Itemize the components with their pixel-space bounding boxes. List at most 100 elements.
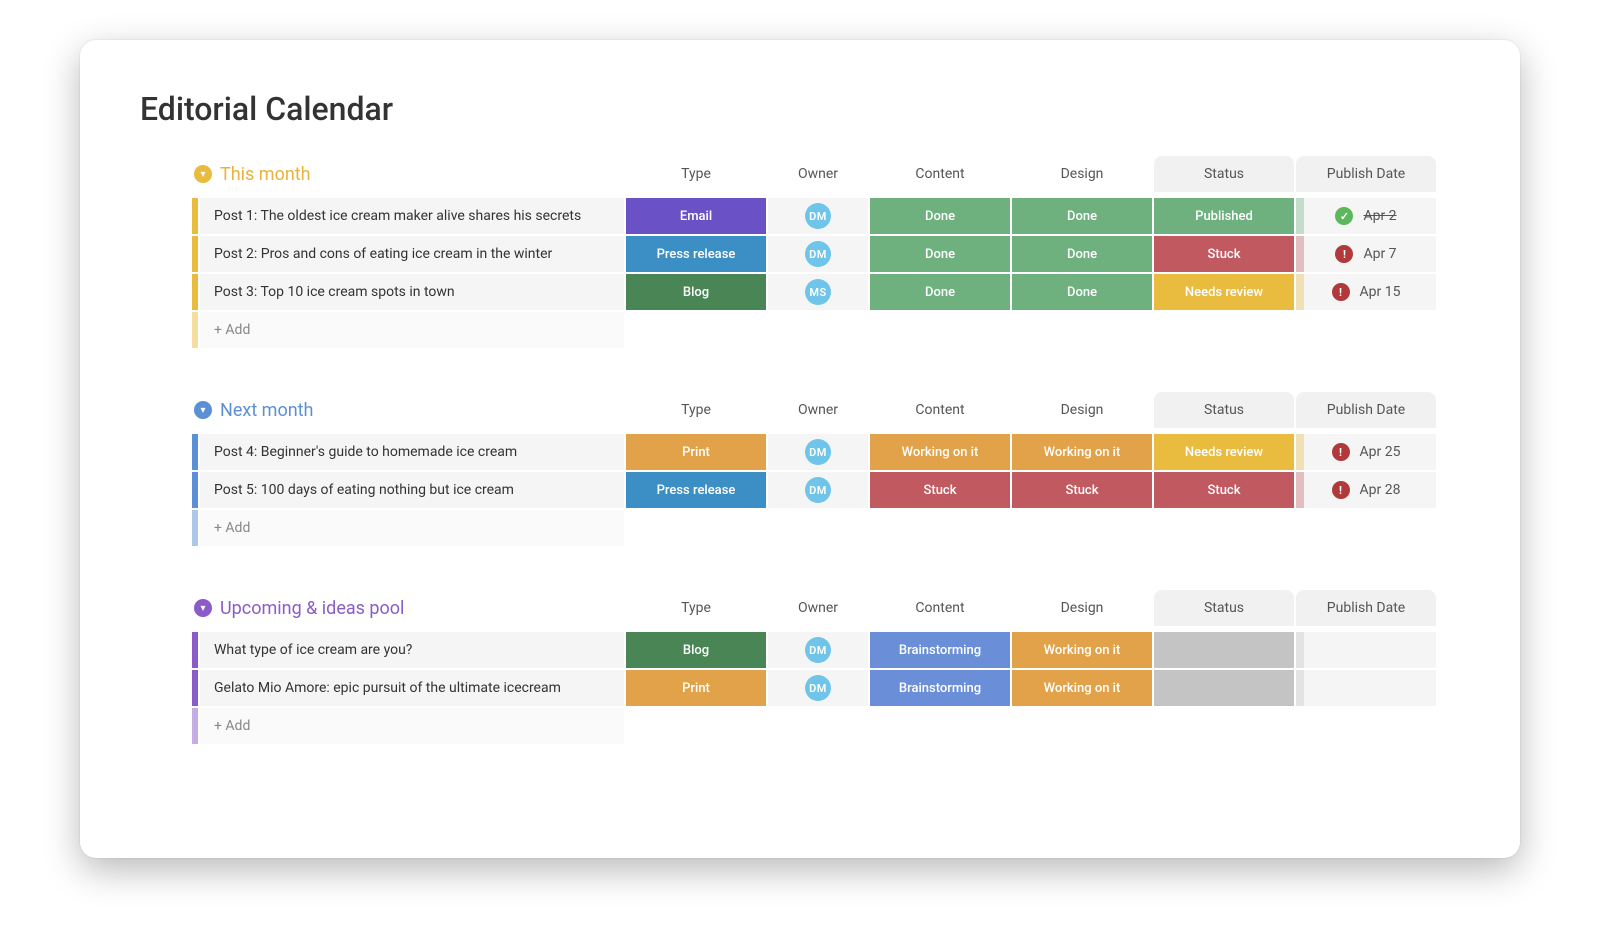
col-head-content: Content [870,402,1010,418]
row-title[interactable]: Post 5: 100 days of eating nothing but i… [200,472,624,508]
row-title[interactable]: Post 2: Pros and cons of eating ice crea… [200,236,624,272]
add-row[interactable]: + Add [192,708,1460,744]
add-row-label[interactable]: + Add [200,312,624,348]
publish-date-cell[interactable]: ✓ Apr 2 [1296,198,1436,234]
content-pill[interactable]: Working on it [870,434,1010,470]
status-pill[interactable]: Stuck [1154,472,1294,508]
row-accent [192,274,198,310]
group-header: ▾ Upcoming & ideas pool Type Owner Conte… [162,590,1460,626]
table-row[interactable]: Post 5: 100 days of eating nothing but i… [192,472,1460,508]
type-pill[interactable]: Print [626,434,766,470]
table-row[interactable]: Post 1: The oldest ice cream maker alive… [192,198,1460,234]
rows: What type of ice cream are you? Blog DM … [162,632,1460,744]
table-row[interactable]: What type of ice cream are you? Blog DM … [192,632,1460,668]
chevron-down-icon[interactable]: ▾ [194,165,212,183]
col-head-content: Content [870,166,1010,182]
rows: Post 4: Beginner's guide to homemade ice… [162,434,1460,546]
design-pill[interactable]: Working on it [1012,670,1152,706]
chevron-down-icon[interactable]: ▾ [194,599,212,617]
owner-cell[interactable]: DM [768,670,868,706]
table-row[interactable]: Gelato Mio Amore: epic pursuit of the ul… [192,670,1460,706]
col-head-owner: Owner [768,600,868,616]
add-row[interactable]: + Add [192,510,1460,546]
type-pill[interactable]: Press release [626,472,766,508]
type-pill[interactable]: Email [626,198,766,234]
content-pill[interactable]: Done [870,198,1010,234]
content-pill[interactable]: Done [870,236,1010,272]
chevron-down-icon[interactable]: ▾ [194,401,212,419]
owner-cell[interactable]: DM [768,236,868,272]
group-title-wrap[interactable]: ▾ Next month [194,400,624,421]
row-accent [192,434,198,470]
table-row[interactable]: Post 4: Beginner's guide to homemade ice… [192,434,1460,470]
row-title[interactable]: Post 3: Top 10 ice cream spots in town [200,274,624,310]
status-pill[interactable]: Stuck [1154,236,1294,272]
col-head-publish-date: Publish Date [1296,590,1436,626]
group-title-wrap[interactable]: ▾ Upcoming & ideas pool [194,598,624,619]
design-pill[interactable]: Stuck [1012,472,1152,508]
table-row[interactable]: Post 2: Pros and cons of eating ice crea… [192,236,1460,272]
type-pill[interactable]: Print [626,670,766,706]
add-row-label[interactable]: + Add [200,708,624,744]
owner-cell[interactable]: DM [768,472,868,508]
col-head-status: Status [1154,392,1294,428]
publish-date-cell[interactable] [1296,670,1436,706]
publish-date-cell[interactable] [1296,632,1436,668]
alert-icon: ! [1332,481,1350,499]
group-upcoming: ▾ Upcoming & ideas pool Type Owner Conte… [140,590,1460,744]
status-pill[interactable] [1154,632,1294,668]
row-accent [192,632,198,668]
type-pill[interactable]: Blog [626,274,766,310]
status-pill[interactable]: Published [1154,198,1294,234]
avatar: DM [805,637,831,663]
group-title-wrap[interactable]: ▾ This month [194,164,624,185]
row-title[interactable]: Gelato Mio Amore: epic pursuit of the ul… [200,670,624,706]
owner-cell[interactable]: DM [768,198,868,234]
publish-date-cell[interactable]: ! Apr 25 [1296,434,1436,470]
content-pill[interactable]: Brainstorming [870,632,1010,668]
col-head-content: Content [870,600,1010,616]
content-pill[interactable]: Stuck [870,472,1010,508]
design-pill[interactable]: Working on it [1012,632,1152,668]
status-pill[interactable]: Needs review [1154,274,1294,310]
page-title: Editorial Calendar [140,90,1460,128]
table-row[interactable]: Post 3: Top 10 ice cream spots in town B… [192,274,1460,310]
row-title[interactable]: Post 4: Beginner's guide to homemade ice… [200,434,624,470]
design-pill[interactable]: Done [1012,274,1152,310]
type-pill[interactable]: Press release [626,236,766,272]
content-pill[interactable]: Brainstorming [870,670,1010,706]
col-head-status: Status [1154,590,1294,626]
row-accent [192,670,198,706]
col-head-type: Type [626,166,766,182]
col-head-type: Type [626,402,766,418]
col-head-design: Design [1012,600,1152,616]
type-pill[interactable]: Blog [626,632,766,668]
row-accent [192,236,198,272]
add-row-label[interactable]: + Add [200,510,624,546]
row-accent [192,312,198,348]
content-pill[interactable]: Done [870,274,1010,310]
add-row[interactable]: + Add [192,312,1460,348]
col-head-design: Design [1012,402,1152,418]
status-pill[interactable]: Needs review [1154,434,1294,470]
group-title: This month [220,164,311,185]
date-text: Apr 25 [1360,444,1401,460]
row-title[interactable]: What type of ice cream are you? [200,632,624,668]
owner-cell[interactable]: MS [768,274,868,310]
col-head-publish-date: Publish Date [1296,392,1436,428]
owner-cell[interactable]: DM [768,434,868,470]
design-pill[interactable]: Working on it [1012,434,1152,470]
design-pill[interactable]: Done [1012,198,1152,234]
publish-date-cell[interactable]: ! Apr 28 [1296,472,1436,508]
publish-date-cell[interactable]: ! Apr 15 [1296,274,1436,310]
rows: Post 1: The oldest ice cream maker alive… [162,198,1460,348]
col-head-status: Status [1154,156,1294,192]
group-header: ▾ Next month Type Owner Content Design S… [162,392,1460,428]
publish-date-cell[interactable]: ! Apr 7 [1296,236,1436,272]
status-pill[interactable] [1154,670,1294,706]
col-head-owner: Owner [768,402,868,418]
owner-cell[interactable]: DM [768,632,868,668]
date-text: Apr 2 [1363,208,1396,224]
row-title[interactable]: Post 1: The oldest ice cream maker alive… [200,198,624,234]
design-pill[interactable]: Done [1012,236,1152,272]
